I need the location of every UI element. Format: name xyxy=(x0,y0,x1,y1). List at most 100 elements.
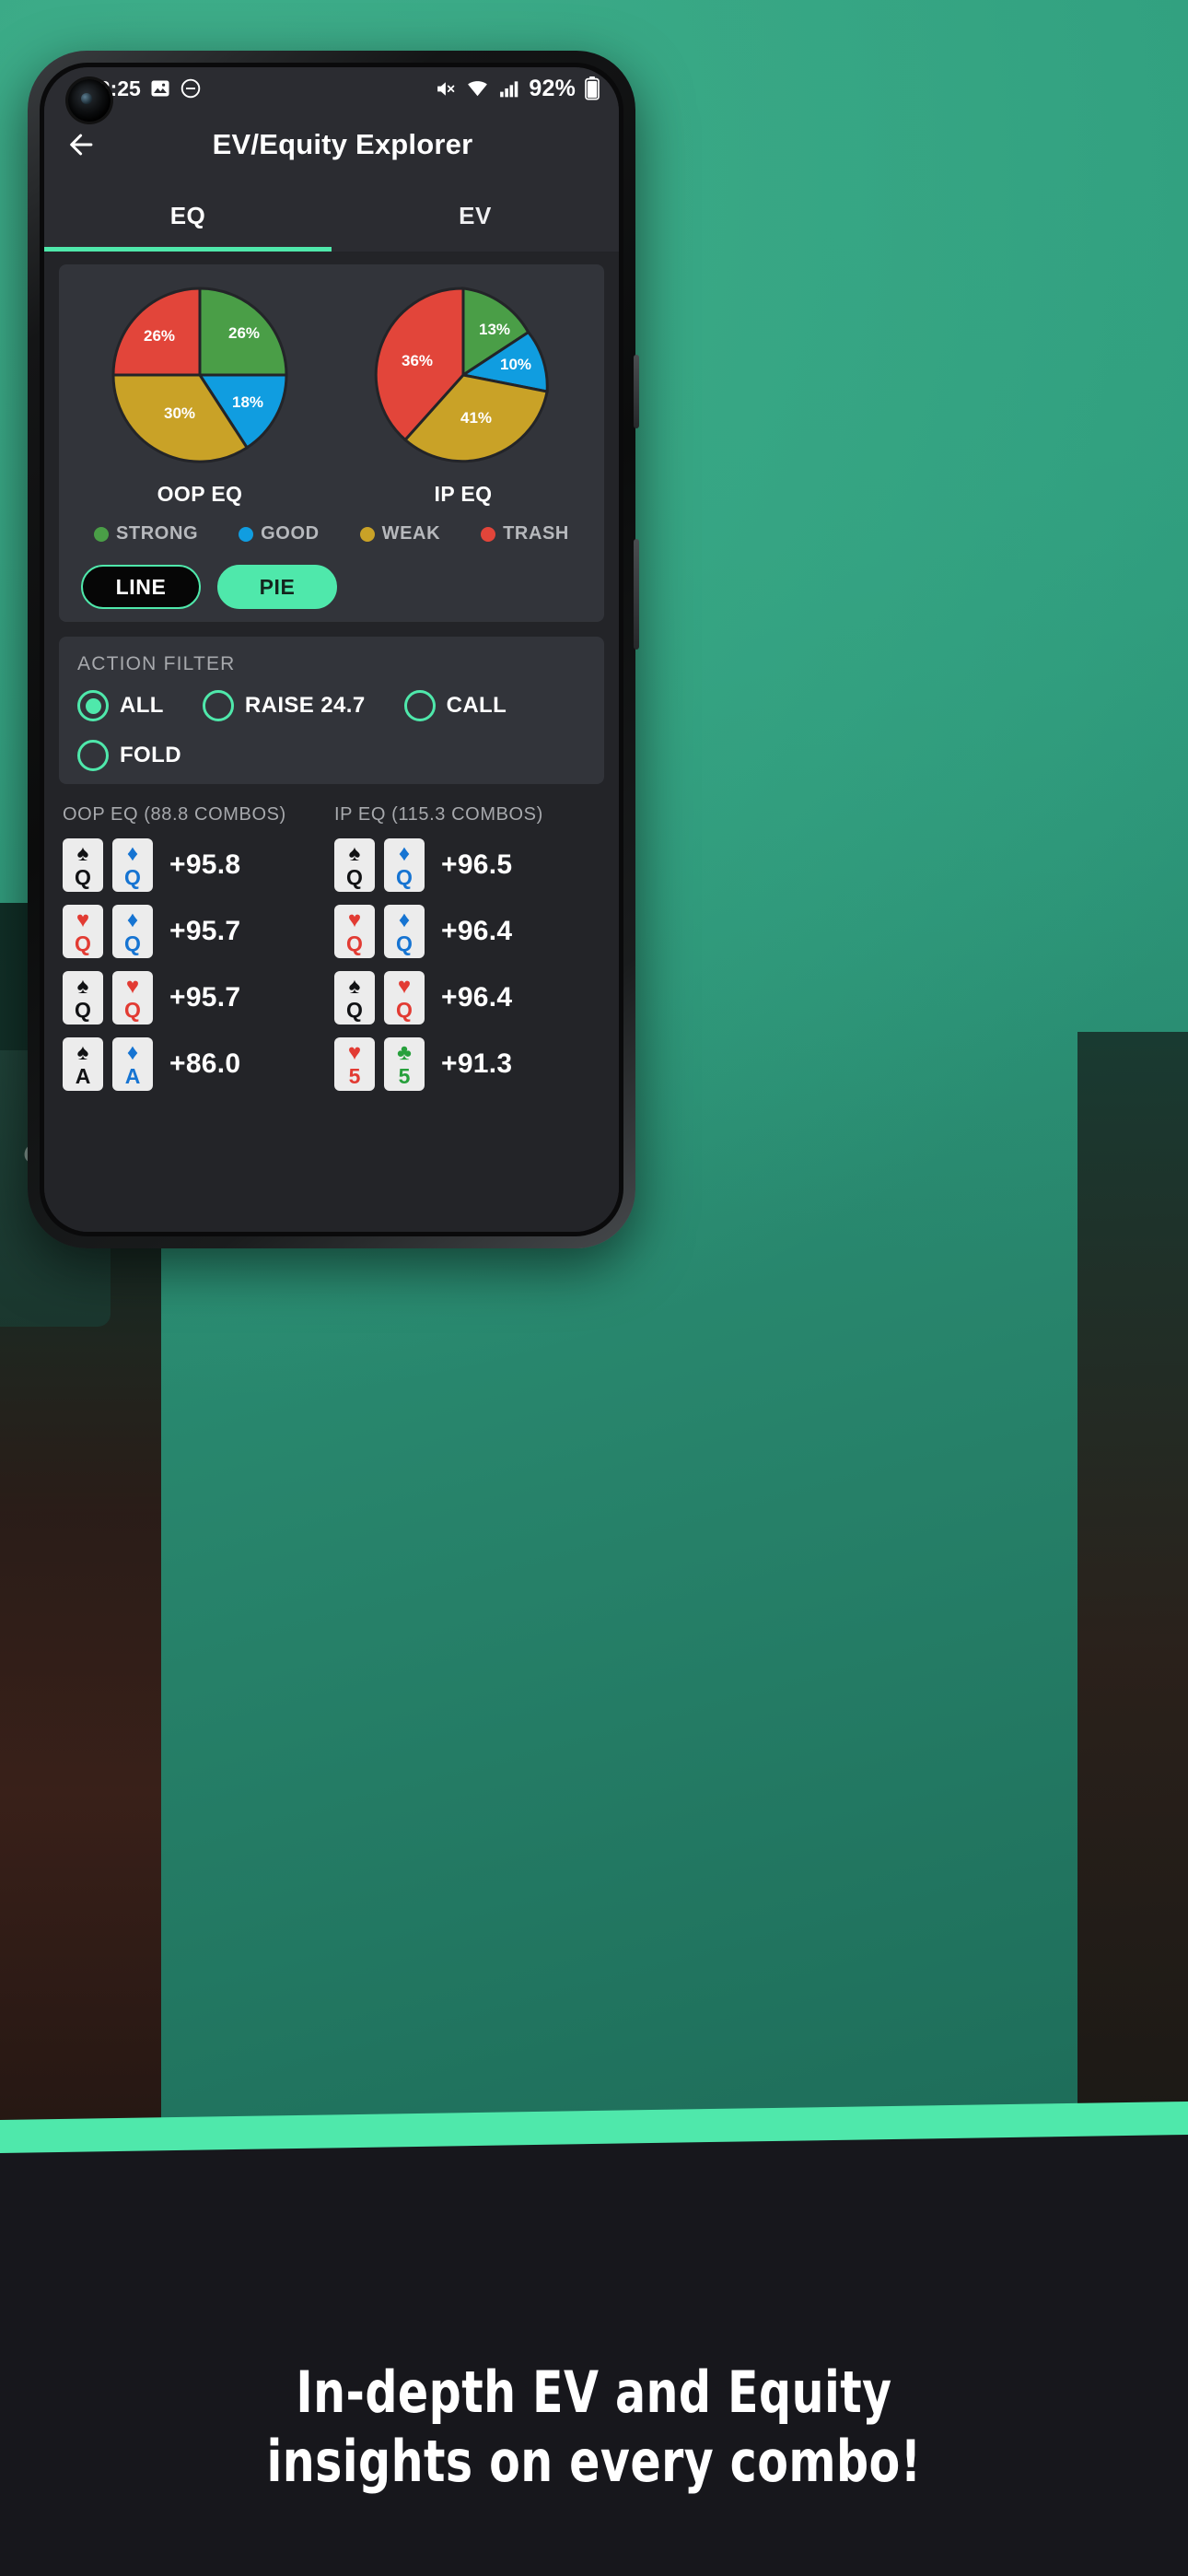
background-dark-right xyxy=(1077,1032,1188,2174)
combo-list-ip-header: IP EQ (115.3 COMBOS) xyxy=(334,804,543,825)
phone-mockup: 12:25 92% EV/Equity Explorer EQ EV 26% 1… xyxy=(28,51,639,1248)
oop-slice-label-trash: 26% xyxy=(144,327,175,345)
signal-icon xyxy=(497,77,520,100)
playing-card: ♦ Q xyxy=(112,905,153,958)
legend-dot-good xyxy=(239,526,254,542)
card-rank: Q xyxy=(75,997,91,1022)
ip-slice-label-weak: 41% xyxy=(460,409,492,427)
legend-label-strong: STRONG xyxy=(115,523,199,544)
card-rank: A xyxy=(124,1063,141,1088)
tab-bar: EQ EV xyxy=(44,180,619,252)
legend-label-trash: TRASH xyxy=(503,523,569,544)
card-rank: Q xyxy=(396,997,413,1022)
card-rank: Q xyxy=(396,931,413,955)
tab-eq[interactable]: EQ xyxy=(44,180,332,252)
combo-list-ip: IP EQ (115.3 COMBOS) ♠ Q ♦ Q +96.5 ♥ Q ♦… xyxy=(334,804,600,1104)
table-row[interactable]: ♠ A ♦ A +86.0 xyxy=(63,1037,329,1091)
legend-item-strong: STRONG xyxy=(93,523,199,544)
radio-option-all[interactable]: ALL xyxy=(77,690,164,721)
battery-percentage: 92% xyxy=(529,75,576,101)
heart-icon: ♥ xyxy=(347,907,362,932)
chart-toggle-pie[interactable]: PIE xyxy=(217,565,337,609)
combo-value: +86.0 xyxy=(169,1048,241,1079)
chart-toggle-line[interactable]: LINE xyxy=(81,565,201,609)
page-title: EV/Equity Explorer xyxy=(212,128,473,160)
oop-slice-label-weak: 30% xyxy=(164,404,195,422)
promo-screenshot: ♠ 12:25 xyxy=(0,0,1188,2576)
mute-icon xyxy=(435,77,458,100)
legend-dot-weak xyxy=(359,526,375,542)
playing-card: ♠ A xyxy=(63,1037,103,1091)
radio-ring-call xyxy=(403,690,436,721)
table-row[interactable]: ♠ Q ♥ Q +95.7 xyxy=(63,971,329,1025)
legend-dot-trash xyxy=(481,526,496,542)
phone-screen: 12:25 92% EV/Equity Explorer EQ EV 26% 1… xyxy=(44,67,619,1232)
ip-pie-svg: 13% 10% 41% 36% xyxy=(374,287,549,463)
playing-card: ♥ Q xyxy=(63,905,103,958)
status-bar-right: 92% xyxy=(435,76,600,102)
spade-icon: ♠ xyxy=(76,840,89,866)
diamond-icon: ♦ xyxy=(126,1039,139,1065)
radio-label-call: CALL xyxy=(446,693,507,718)
radio-label-all: ALL xyxy=(120,693,164,718)
promo-banner-text: In-depth EV and Equity insights on every… xyxy=(71,2358,1116,2497)
playing-card: ♠ Q xyxy=(63,971,103,1025)
action-filter-card: ACTION FILTER ALL RAISE 24.7 CALL FOLD xyxy=(59,637,604,784)
heart-icon: ♥ xyxy=(397,973,412,999)
table-row[interactable]: ♥ 5 ♣ 5 +91.3 xyxy=(334,1037,600,1091)
combo-value: +95.8 xyxy=(169,849,241,880)
playing-card: ♠ Q xyxy=(334,971,375,1025)
radio-ring-raise xyxy=(202,690,234,721)
diamond-icon: ♦ xyxy=(126,840,139,866)
combo-list-oop-header: OOP EQ (88.8 COMBOS) xyxy=(63,804,286,825)
pie-chart-oop: 26% 18% 30% 26% OOP EQ xyxy=(68,277,332,507)
camera-cutout xyxy=(68,79,111,122)
combo-lists: OOP EQ (88.8 COMBOS) ♠ Q ♦ Q +95.8 ♥ Q ♦… xyxy=(59,799,604,1104)
card-rank: Q xyxy=(346,931,363,955)
playing-card: ♥ Q xyxy=(384,971,425,1025)
radio-ring-all xyxy=(77,690,109,721)
promo-banner-line2: insights on every combo! xyxy=(266,2428,922,2496)
ip-slice-label-strong: 13% xyxy=(479,321,510,338)
ip-slice-label-good: 10% xyxy=(500,356,531,373)
heart-icon: ♥ xyxy=(347,1039,362,1065)
combo-value: +96.4 xyxy=(441,982,513,1013)
legend-label-good: GOOD xyxy=(261,523,320,544)
card-rank: Q xyxy=(75,931,91,955)
table-row[interactable]: ♥ Q ♦ Q +95.7 xyxy=(63,905,329,958)
radio-option-call[interactable]: CALL xyxy=(403,690,507,721)
combo-list-oop: OOP EQ (88.8 COMBOS) ♠ Q ♦ Q +95.8 ♥ Q ♦… xyxy=(63,804,329,1104)
playing-card: ♥ 5 xyxy=(334,1037,375,1091)
spade-icon: ♠ xyxy=(348,973,361,999)
radio-dot-all xyxy=(85,697,101,714)
tab-ev[interactable]: EV xyxy=(332,180,619,252)
playing-card: ♠ Q xyxy=(334,838,375,892)
table-row[interactable]: ♠ Q ♥ Q +96.4 xyxy=(334,971,600,1025)
card-rank: Q xyxy=(346,864,363,889)
card-rank: Q xyxy=(124,997,141,1022)
playing-card: ♥ Q xyxy=(334,905,375,958)
phone-power-button xyxy=(634,539,639,650)
back-arrow-icon[interactable] xyxy=(61,123,103,166)
scroll-body[interactable]: 26% 18% 30% 26% OOP EQ 13% 10% 41% 36% I… xyxy=(44,252,619,1232)
table-row[interactable]: ♠ Q ♦ Q +96.5 xyxy=(334,838,600,892)
playing-card: ♦ Q xyxy=(384,905,425,958)
battery-icon xyxy=(584,76,600,100)
table-row[interactable]: ♥ Q ♦ Q +96.4 xyxy=(334,905,600,958)
oop-chart-title: OOP EQ xyxy=(157,482,243,506)
radio-option-fold[interactable]: FOLD xyxy=(77,740,556,771)
promo-banner-line1: In-depth EV and Equity xyxy=(296,2358,892,2426)
spade-icon: ♠ xyxy=(76,973,89,999)
combo-value: +96.4 xyxy=(441,916,513,946)
pie-chart-group: 26% 18% 30% 26% OOP EQ 13% 10% 41% 36% I… xyxy=(68,277,595,507)
table-row[interactable]: ♠ Q ♦ Q +95.8 xyxy=(63,838,329,892)
image-icon xyxy=(149,77,171,100)
spade-icon: ♠ xyxy=(76,1039,89,1065)
radio-option-raise[interactable]: RAISE 24.7 xyxy=(202,690,366,721)
oop-slice-label-strong: 26% xyxy=(228,324,260,342)
oop-slice-label-good: 18% xyxy=(232,393,263,411)
do-not-disturb-icon xyxy=(180,77,202,100)
heart-icon: ♥ xyxy=(76,907,90,932)
ip-slice-label-trash: 36% xyxy=(402,352,433,369)
promo-banner xyxy=(0,2115,1188,2576)
